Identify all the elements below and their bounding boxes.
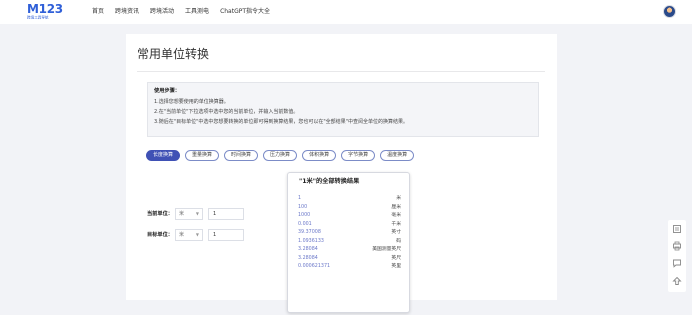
tab-temperature[interactable]: 温度换算	[380, 150, 415, 161]
result-value: 1	[298, 196, 302, 201]
result-unit: 厘米	[391, 204, 401, 210]
instruction-step-3: 3.随后在"目标单位"中选中您想要转换的单位即可得到换算结果，您也可以在"全部结…	[154, 119, 408, 125]
tab-volume[interactable]: 体积换算	[302, 150, 337, 161]
result-unit: 千米	[391, 221, 401, 227]
chevron-down-icon: ▼	[195, 211, 199, 216]
logo-subtitle: 跨境工具导航	[27, 15, 49, 20]
target-unit-label: 目标单位：	[147, 232, 173, 238]
nav-item-news[interactable]: 跨境资讯	[115, 8, 139, 16]
nav-item-chatgpt-prompts[interactable]: ChatGPT指令大全	[220, 8, 270, 16]
result-value: 3.28084	[298, 247, 318, 252]
target-unit-select[interactable]: 米 ▼	[175, 229, 203, 241]
tab-bytes[interactable]: 字节换算	[341, 150, 376, 161]
result-row: 100 厘米	[298, 204, 401, 212]
instruction-step-1: 1.选择您想要使用的单位换算器。	[154, 99, 229, 105]
result-value: 39.37008	[298, 230, 321, 235]
tab-weight[interactable]: 重量换算	[185, 150, 220, 161]
site-logo[interactable]: M123 跨境工具导航	[27, 2, 63, 21]
current-value-input[interactable]: 1	[208, 208, 244, 220]
result-row: 0.000621371 英里	[298, 263, 401, 271]
nav-item-home[interactable]: 首页	[92, 8, 104, 16]
result-row: 1米	[298, 195, 401, 203]
result-unit: 英尺	[391, 255, 401, 261]
instructions-title: 使用步骤：	[154, 88, 180, 94]
result-unit: 米	[396, 196, 401, 201]
results-title: "1米"的全部转换结果	[299, 178, 360, 185]
result-value: 0.001	[298, 221, 312, 227]
top-navbar: M123 跨境工具导航 首页 跨境资讯 跨境活动 工具测电 ChatGPT指令大…	[0, 0, 692, 24]
result-value: 100	[298, 204, 308, 210]
result-row: 3.28084 美国测量英尺	[298, 246, 401, 254]
result-value: 3.28084	[298, 255, 318, 261]
result-unit: 毫米	[391, 213, 401, 218]
floating-toolbar	[668, 220, 686, 292]
user-avatar[interactable]	[663, 5, 676, 18]
result-unit: 英里	[391, 264, 401, 269]
result-row: 1000 毫米	[298, 212, 401, 220]
nav-item-tools[interactable]: 工具测电	[185, 8, 209, 16]
logo-text: M123	[27, 2, 63, 16]
message-icon[interactable]	[672, 258, 682, 268]
chevron-down-icon: ▼	[195, 232, 199, 237]
instructions-box: 使用步骤： 1.选择您想要使用的单位换算器。 2.在"当前单位"下拉选项中选中您…	[147, 82, 539, 137]
result-row: 39.37008 英寸	[298, 229, 401, 237]
result-value: 0.000621371	[298, 264, 331, 269]
result-row: 3.28084 英尺	[298, 255, 401, 263]
title-divider	[137, 71, 545, 72]
result-unit: 美国测量英尺	[372, 247, 401, 252]
current-unit-value: 米	[179, 211, 185, 217]
converter-tabs: 长度换算 重量换算 时间换算 压力换算 体积换算 字节换算 温度换算	[146, 150, 415, 161]
target-unit-value: 米	[179, 232, 185, 238]
share-icon[interactable]	[672, 224, 682, 234]
instruction-step-2: 2.在"当前单位"下拉选项中选中您的当前单位，并输入当前数值。	[154, 109, 299, 115]
result-value: 1.0936133	[298, 238, 324, 244]
current-unit-label: 当前单位：	[147, 211, 173, 217]
current-unit-select[interactable]: 米 ▼	[175, 208, 203, 220]
tab-length[interactable]: 长度换算	[146, 150, 181, 161]
result-unit: 码	[396, 238, 401, 244]
result-value: 1000	[298, 213, 311, 218]
back-to-top-icon[interactable]	[672, 276, 682, 286]
page-title: 常用单位转换	[137, 47, 210, 61]
result-row: 1.0936133 码	[298, 238, 401, 246]
nav-item-events[interactable]: 跨境活动	[150, 8, 174, 16]
all-results-panel: "1米"的全部转换结果 1米 100 厘米 1000 毫米 0.001 千米 39.3…	[287, 172, 410, 313]
result-row: 0.001 千米	[298, 221, 401, 229]
print-icon[interactable]	[672, 241, 682, 251]
result-unit: 英寸	[391, 230, 401, 235]
tab-pressure[interactable]: 压力换算	[263, 150, 298, 161]
target-value-input[interactable]: 1	[208, 229, 244, 241]
tab-time[interactable]: 时间换算	[224, 150, 259, 161]
main-nav: 首页 跨境资讯 跨境活动 工具测电 ChatGPT指令大全	[92, 8, 270, 16]
converter-card: 常用单位转换 使用步骤： 1.选择您想要使用的单位换算器。 2.在"当前单位"下…	[126, 34, 557, 313]
